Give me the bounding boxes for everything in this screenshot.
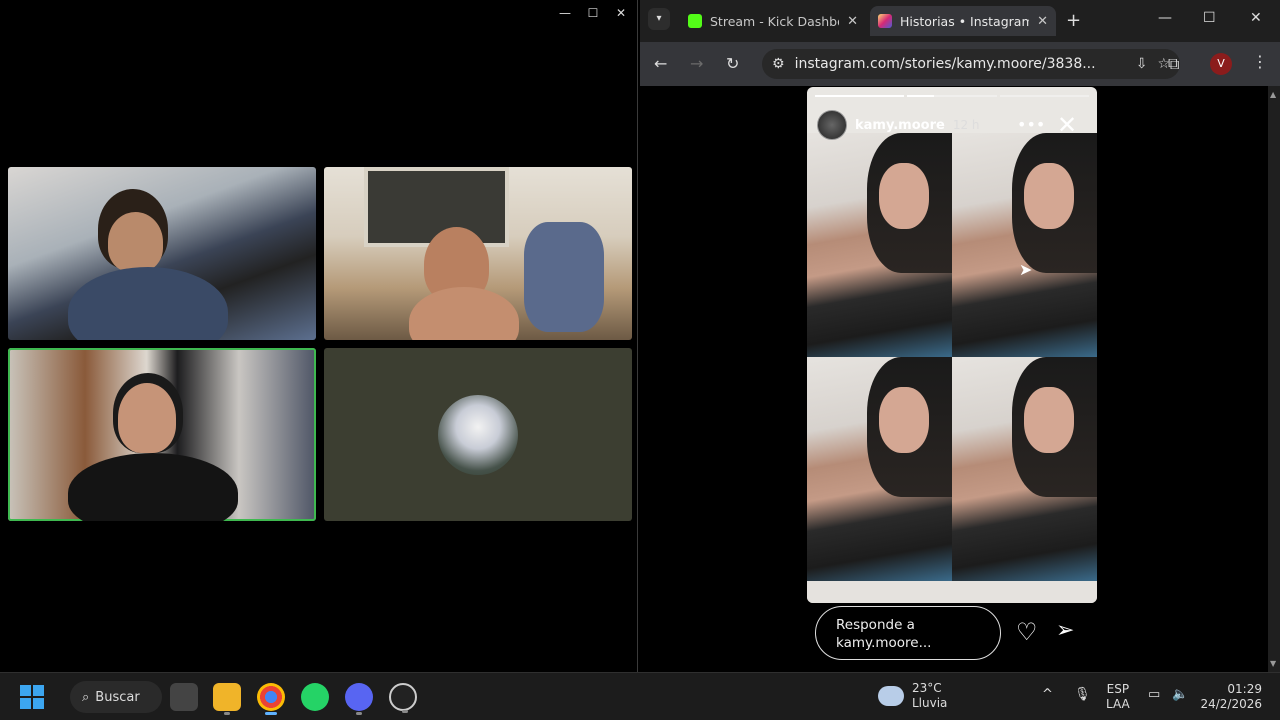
clock-date: 24/2/2026 bbox=[1200, 697, 1262, 711]
discord-icon[interactable] bbox=[345, 683, 373, 715]
tab-kick-title: Stream - Kick Dashboa bbox=[710, 13, 840, 29]
progress-segment bbox=[999, 95, 1089, 97]
scroll-up-icon[interactable]: ▲ bbox=[1270, 90, 1276, 99]
story-username[interactable]: kamy.moore bbox=[855, 118, 945, 133]
taskbar-search[interactable]: ⌕ Buscar bbox=[70, 681, 162, 713]
clock-time: 01:29 bbox=[1227, 682, 1262, 696]
maximize-icon[interactable]: ☐ bbox=[1203, 10, 1216, 26]
obs-icon[interactable] bbox=[389, 683, 417, 713]
weather-desc: Lluvia bbox=[912, 696, 948, 710]
story-photo bbox=[807, 133, 952, 357]
back-icon[interactable]: ← bbox=[654, 54, 667, 73]
story-header: kamy.moore 12 h ••• ✕ bbox=[807, 107, 1097, 143]
task-view-icon[interactable] bbox=[170, 683, 198, 711]
weather-temp: 23°C bbox=[912, 681, 942, 695]
progress-segment bbox=[907, 95, 997, 97]
browser-window: ▾ Stream - Kick Dashboa ✕ Historias • In… bbox=[640, 0, 1280, 672]
extensions-icon[interactable]: ⧉ bbox=[1168, 54, 1179, 74]
url-text[interactable]: instagram.com/stories/kamy.moore/3838... bbox=[795, 56, 1126, 72]
microphone-icon[interactable]: 🎙 bbox=[1074, 687, 1091, 702]
tab-strip: ▾ Stream - Kick Dashboa ✕ Historias • In… bbox=[640, 0, 1280, 42]
more-options-icon[interactable]: ••• bbox=[1017, 115, 1045, 134]
site-info-icon[interactable]: ⚙ bbox=[772, 56, 785, 72]
search-icon: ⌕ bbox=[82, 689, 90, 705]
maximize-icon[interactable]: ☐ bbox=[583, 4, 603, 22]
instagram-icon bbox=[878, 14, 892, 28]
whatsapp-icon[interactable] bbox=[301, 683, 329, 711]
lang-code: ESP bbox=[1106, 682, 1130, 696]
install-app-icon[interactable]: ⇩ bbox=[1136, 56, 1148, 72]
mouse-cursor-icon: ➤ bbox=[1019, 260, 1033, 279]
video-call-window: — ☐ ✕ bbox=[0, 0, 638, 672]
story-photo bbox=[952, 133, 1097, 357]
minimize-icon[interactable]: — bbox=[1158, 10, 1172, 26]
heart-icon[interactable]: ♡ bbox=[1016, 618, 1038, 646]
send-icon[interactable]: ➢ bbox=[1056, 618, 1074, 643]
language-indicator[interactable]: ESP LAA bbox=[1106, 682, 1130, 712]
participant-tile-1[interactable] bbox=[8, 167, 316, 340]
system-clock[interactable]: 01:29 24/2/2026 bbox=[1200, 682, 1262, 712]
scrollbar[interactable]: ▲ ▼ bbox=[1268, 86, 1280, 672]
reload-icon[interactable]: ↻ bbox=[726, 54, 739, 73]
tab-instagram[interactable]: Historias • Instagram ✕ bbox=[870, 6, 1056, 36]
file-explorer-icon[interactable] bbox=[213, 683, 241, 715]
story-viewer[interactable]: kamy.moore 12 h ••• ✕ bbox=[807, 87, 1097, 603]
lang-layout: LAA bbox=[1106, 697, 1130, 711]
search-label: Buscar bbox=[95, 689, 140, 705]
network-icon[interactable]: ▭ bbox=[1148, 687, 1160, 702]
group-avatar bbox=[438, 395, 518, 475]
weather-widget[interactable]: 23°C Lluvia bbox=[878, 681, 947, 711]
minimize-icon[interactable]: — bbox=[555, 4, 575, 22]
chevron-up-icon[interactable]: ^ bbox=[1042, 687, 1053, 702]
participant-tile-3-speaking[interactable] bbox=[8, 348, 316, 521]
tab-search-icon[interactable]: ▾ bbox=[648, 8, 670, 30]
address-bar[interactable]: ⚙ instagram.com/stories/kamy.moore/3838.… bbox=[762, 49, 1180, 79]
tab-kick[interactable]: Stream - Kick Dashboa ✕ bbox=[680, 6, 866, 36]
close-icon[interactable]: ✕ bbox=[1250, 10, 1262, 26]
taskbar: ⌕ Buscar 23°C Lluvia ^ 🎙 ESP LAA ▭ 🔈 01:… bbox=[0, 672, 1280, 720]
story-time: 12 h bbox=[952, 118, 980, 132]
story-photo bbox=[952, 357, 1097, 581]
progress-segment bbox=[815, 95, 905, 97]
browser-toolbar: ← → ↻ ⚙ instagram.com/stories/kamy.moore… bbox=[640, 42, 1280, 86]
story-photo bbox=[807, 357, 952, 581]
profile-avatar[interactable]: V bbox=[1210, 53, 1232, 75]
story-user-avatar[interactable] bbox=[817, 110, 847, 140]
page-viewport: kamy.moore 12 h ••• ✕ Responde a kamy.mo… bbox=[640, 86, 1280, 672]
new-tab-icon[interactable]: + bbox=[1066, 10, 1081, 31]
story-progress bbox=[815, 95, 1089, 97]
chrome-icon[interactable] bbox=[257, 683, 285, 715]
tab-close-icon[interactable]: ✕ bbox=[1037, 14, 1048, 29]
tab-close-icon[interactable]: ✕ bbox=[847, 14, 858, 29]
call-window-controls: — ☐ ✕ bbox=[555, 4, 631, 22]
rain-cloud-icon bbox=[878, 686, 904, 706]
participant-tile-2[interactable] bbox=[324, 167, 632, 340]
story-bottom-strip bbox=[807, 581, 1097, 603]
tab-instagram-title: Historias • Instagram bbox=[900, 13, 1030, 29]
reply-input[interactable]: Responde a kamy.moore... bbox=[815, 606, 1001, 660]
close-icon[interactable]: ✕ bbox=[611, 4, 631, 22]
kick-icon bbox=[688, 14, 702, 28]
browser-menu-icon[interactable]: ⋮ bbox=[1252, 52, 1268, 71]
volume-icon[interactable]: 🔈 bbox=[1172, 687, 1188, 702]
close-icon[interactable]: ✕ bbox=[1057, 111, 1077, 139]
windows-start-icon[interactable] bbox=[20, 685, 44, 709]
scroll-down-icon[interactable]: ▼ bbox=[1270, 659, 1276, 668]
forward-icon[interactable]: → bbox=[690, 54, 703, 73]
participant-tile-4-avatar[interactable] bbox=[324, 348, 632, 521]
